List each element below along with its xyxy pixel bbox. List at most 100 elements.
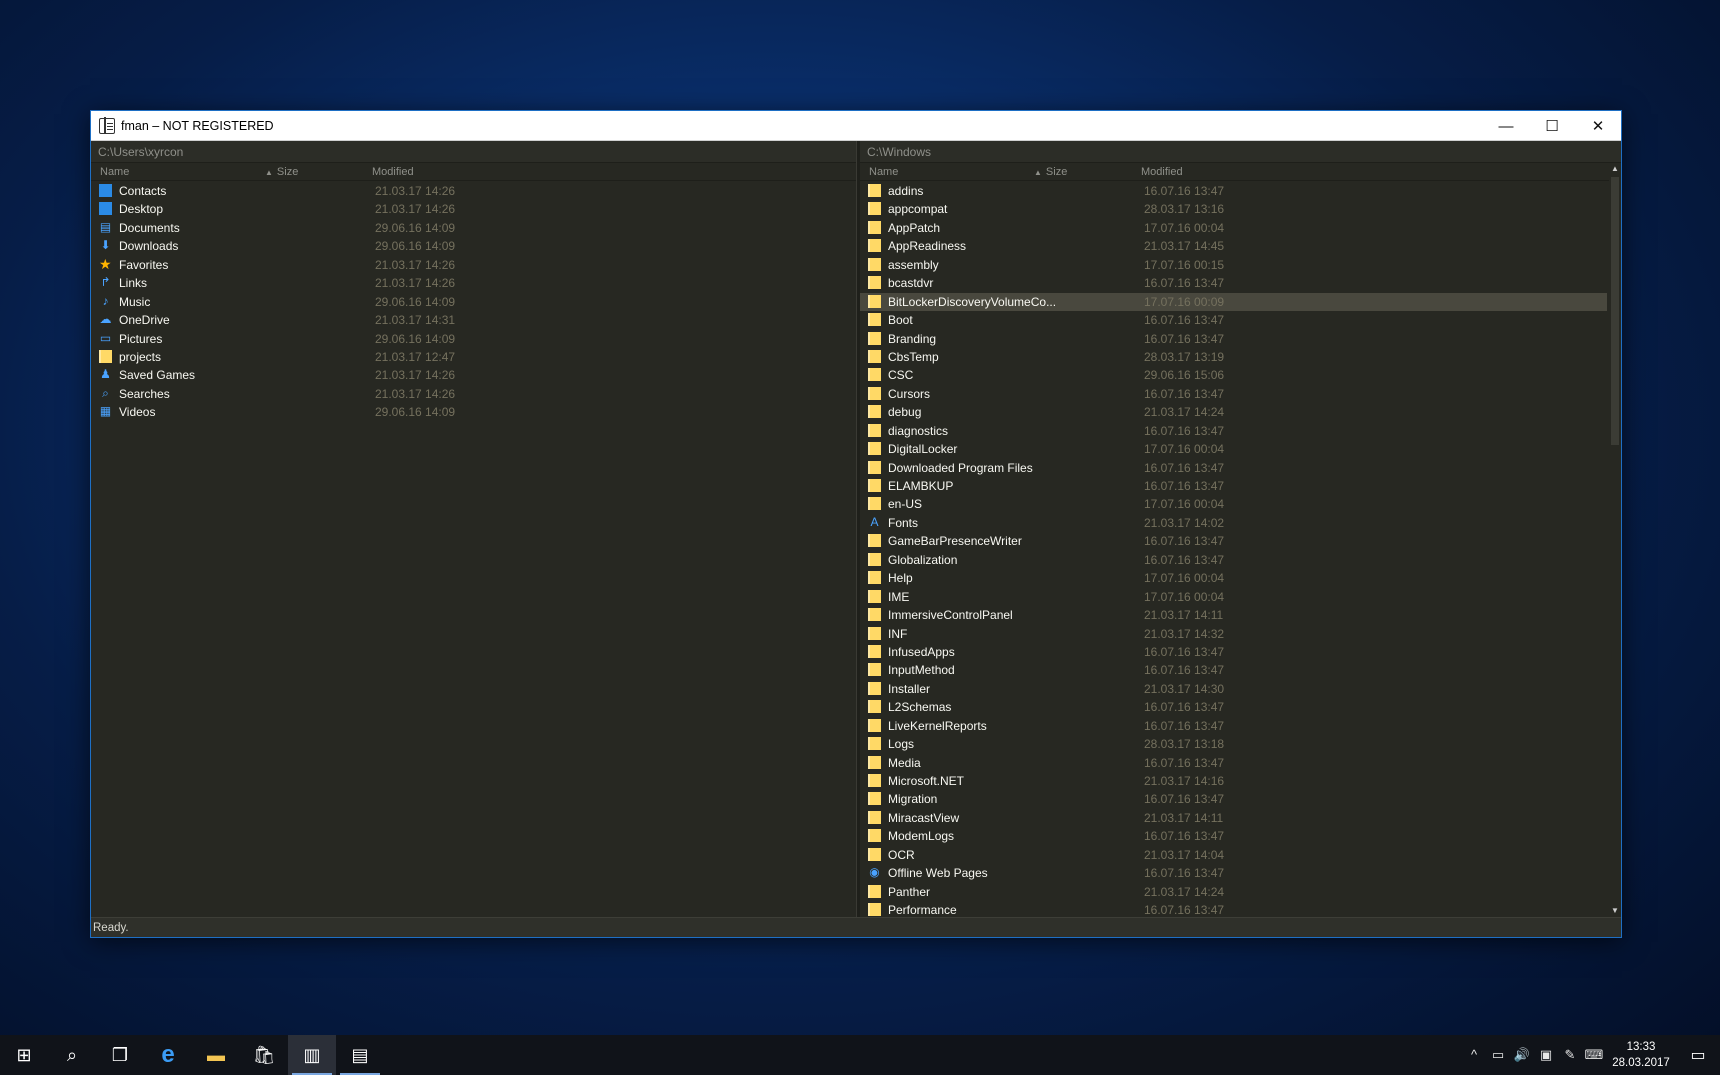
clock[interactable]: 13:33 28.03.2017: [1606, 1039, 1676, 1071]
file-name: ImmersiveControlPanel: [888, 608, 1013, 623]
file-row[interactable]: AppReadiness 21.03.17 14:45: [860, 237, 1607, 255]
file-row[interactable]: diagnostics 16.07.16 13:47: [860, 422, 1607, 440]
file-row[interactable]: ⬇ Downloads 29.06.16 14:09: [91, 237, 856, 255]
folder-icon: [868, 220, 881, 234]
file-row[interactable]: Microsoft.NET 21.03.17 14:16: [860, 772, 1607, 790]
file-row[interactable]: Boot 16.07.16 13:47: [860, 311, 1607, 329]
app-installer-icon[interactable]: ▤: [336, 1035, 384, 1075]
tray-icon[interactable]: ^: [1462, 1047, 1486, 1063]
file-row[interactable]: DigitalLocker 17.07.16 00:04: [860, 440, 1607, 458]
file-row[interactable]: appcompat 28.03.17 13:16: [860, 200, 1607, 218]
folder-icon: [868, 534, 881, 548]
file-row[interactable]: CbsTemp 28.03.17 13:19: [860, 348, 1607, 366]
tray-icon[interactable]: 🔊: [1510, 1047, 1534, 1063]
left-col-modified[interactable]: Modified: [372, 166, 414, 178]
right-scrollbar[interactable]: ▲ ▼: [1609, 163, 1621, 917]
store-icon[interactable]: 🛍: [240, 1035, 288, 1075]
tray-icon[interactable]: ⌨: [1582, 1047, 1606, 1063]
left-col-name[interactable]: Name: [100, 166, 129, 178]
file-row[interactable]: InputMethod 16.07.16 13:47: [860, 661, 1607, 679]
file-row[interactable]: Contacts 21.03.17 14:26: [91, 182, 856, 200]
file-row[interactable]: Globalization 16.07.16 13:47: [860, 551, 1607, 569]
folder-icon: [868, 829, 881, 843]
left-pane[interactable]: C:\Users\xyrcon Name ▲ Size Modified Cont…: [91, 141, 857, 917]
file-row[interactable]: ★ Favorites 21.03.17 14:26: [91, 256, 856, 274]
file-name: en-US: [888, 497, 923, 512]
file-row[interactable]: IME 17.07.16 00:04: [860, 588, 1607, 606]
search-button-icon[interactable]: ⌕: [48, 1035, 96, 1075]
file-row[interactable]: OCR 21.03.17 14:04: [860, 846, 1607, 864]
file-row[interactable]: ▦ Videos 29.06.16 14:09: [91, 403, 856, 421]
folder-icon: [868, 700, 881, 714]
file-row[interactable]: ImmersiveControlPanel 21.03.17 14:11: [860, 606, 1607, 624]
file-row[interactable]: A Fonts 21.03.17 14:02: [860, 514, 1607, 532]
file-row[interactable]: Cursors 16.07.16 13:47: [860, 385, 1607, 403]
scroll-down-icon[interactable]: ▼: [1609, 905, 1621, 917]
right-path-bar[interactable]: C:\Windows: [860, 141, 1621, 163]
file-row[interactable]: ⌕ Searches 21.03.17 14:26: [91, 385, 856, 403]
file-row[interactable]: CSC 29.06.16 15:06: [860, 366, 1607, 384]
notifications-icon[interactable]: ▭: [1676, 1045, 1720, 1065]
file-row[interactable]: ▭ Pictures 29.06.16 14:09: [91, 330, 856, 348]
file-row[interactable]: ☁ OneDrive 21.03.17 14:31: [91, 311, 856, 329]
fman-app-icon[interactable]: ▥: [288, 1035, 336, 1075]
file-explorer-icon[interactable]: ▬: [192, 1035, 240, 1075]
left-path-bar[interactable]: C:\Users\xyrcon: [91, 141, 856, 163]
file-row[interactable]: BitLockerDiscoveryVolumeCo... 17.07.16 00…: [860, 292, 1607, 312]
file-row[interactable]: ELAMBKUP 16.07.16 13:47: [860, 477, 1607, 495]
file-row[interactable]: bcastdvr 16.07.16 13:47: [860, 274, 1607, 292]
maximize-button[interactable]: ☐: [1529, 111, 1575, 141]
file-modified: 21.03.17 14:26: [375, 276, 456, 291]
file-row[interactable]: GameBarPresenceWriter 16.07.16 13:47: [860, 532, 1607, 550]
file-row[interactable]: Installer 21.03.17 14:30: [860, 680, 1607, 698]
file-name: Documents: [119, 220, 180, 235]
task-view-button-icon[interactable]: ❐: [96, 1035, 144, 1075]
right-col-name[interactable]: Name: [869, 166, 898, 178]
folder-icon: [868, 479, 881, 492]
tray-icon[interactable]: ▭: [1486, 1047, 1510, 1063]
file-row[interactable]: Migration 16.07.16 13:47: [860, 790, 1607, 808]
file-row[interactable]: en-US 17.07.16 00:04: [860, 495, 1607, 513]
file-modified: 16.07.16 13:47: [1144, 663, 1225, 678]
right-col-modified[interactable]: Modified: [1141, 166, 1183, 178]
start-button-icon[interactable]: ⊞: [0, 1035, 48, 1075]
tray-icon[interactable]: ▣: [1534, 1047, 1558, 1063]
scroll-up-icon[interactable]: ▲: [1609, 163, 1621, 175]
file-row[interactable]: Downloaded Program Files 16.07.16 13:47: [860, 459, 1607, 477]
file-row[interactable]: ↱ Links 21.03.17 14:26: [91, 274, 856, 292]
file-row[interactable]: ◉ Offline Web Pages 16.07.16 13:47: [860, 864, 1607, 882]
file-row[interactable]: AppPatch 17.07.16 00:04: [860, 219, 1607, 237]
file-row[interactable]: ModemLogs 16.07.16 13:47: [860, 827, 1607, 845]
file-row[interactable]: ▤ Documents 29.06.16 14:09: [91, 219, 856, 237]
edge-browser-icon[interactable]: e: [144, 1035, 192, 1075]
file-row[interactable]: LiveKernelReports 16.07.16 13:47: [860, 717, 1607, 735]
file-row[interactable]: debug 21.03.17 14:24: [860, 403, 1607, 421]
file-row[interactable]: assembly 17.07.16 00:15: [860, 256, 1607, 274]
file-row[interactable]: Logs 28.03.17 13:18: [860, 735, 1607, 753]
file-name: AppPatch: [888, 220, 941, 235]
file-row[interactable]: INF 21.03.17 14:32: [860, 625, 1607, 643]
file-row[interactable]: Help 17.07.16 00:04: [860, 569, 1607, 587]
left-col-size-wrap[interactable]: ▲ Size: [265, 166, 298, 178]
scroll-thumb[interactable]: [1611, 177, 1619, 445]
file-row[interactable]: InfusedApps 16.07.16 13:47: [860, 643, 1607, 661]
file-row[interactable]: L2Schemas 16.07.16 13:47: [860, 698, 1607, 716]
file-row[interactable]: projects 21.03.17 12:47: [91, 348, 856, 366]
file-row[interactable]: Media 16.07.16 13:47: [860, 754, 1607, 772]
file-row[interactable]: Branding 16.07.16 13:47: [860, 330, 1607, 348]
file-row[interactable]: Panther 21.03.17 14:24: [860, 883, 1607, 901]
file-row[interactable]: ♪ Music 29.06.16 14:09: [91, 293, 856, 311]
right-pane[interactable]: C:\Windows Name ▲ Size Modified addins 16.…: [860, 141, 1621, 917]
pictures-icon: ▭: [99, 330, 112, 345]
file-row[interactable]: Desktop 21.03.17 14:26: [91, 200, 856, 218]
file-row[interactable]: ♟ Saved Games 21.03.17 14:26: [91, 366, 856, 384]
minimize-button[interactable]: —: [1483, 111, 1529, 141]
folder-icon: [868, 257, 881, 271]
file-row[interactable]: MiracastView 21.03.17 14:11: [860, 809, 1607, 827]
right-col-size-wrap[interactable]: ▲ Size: [1034, 166, 1067, 178]
file-row[interactable]: addins 16.07.16 13:47: [860, 182, 1607, 200]
file-row[interactable]: Performance 16.07.16 13:47: [860, 901, 1607, 917]
title-bar[interactable]: fman – NOT REGISTERED — ☐ ✕: [91, 111, 1621, 141]
tray-icon[interactable]: ✎: [1558, 1047, 1582, 1063]
close-button[interactable]: ✕: [1575, 111, 1621, 141]
